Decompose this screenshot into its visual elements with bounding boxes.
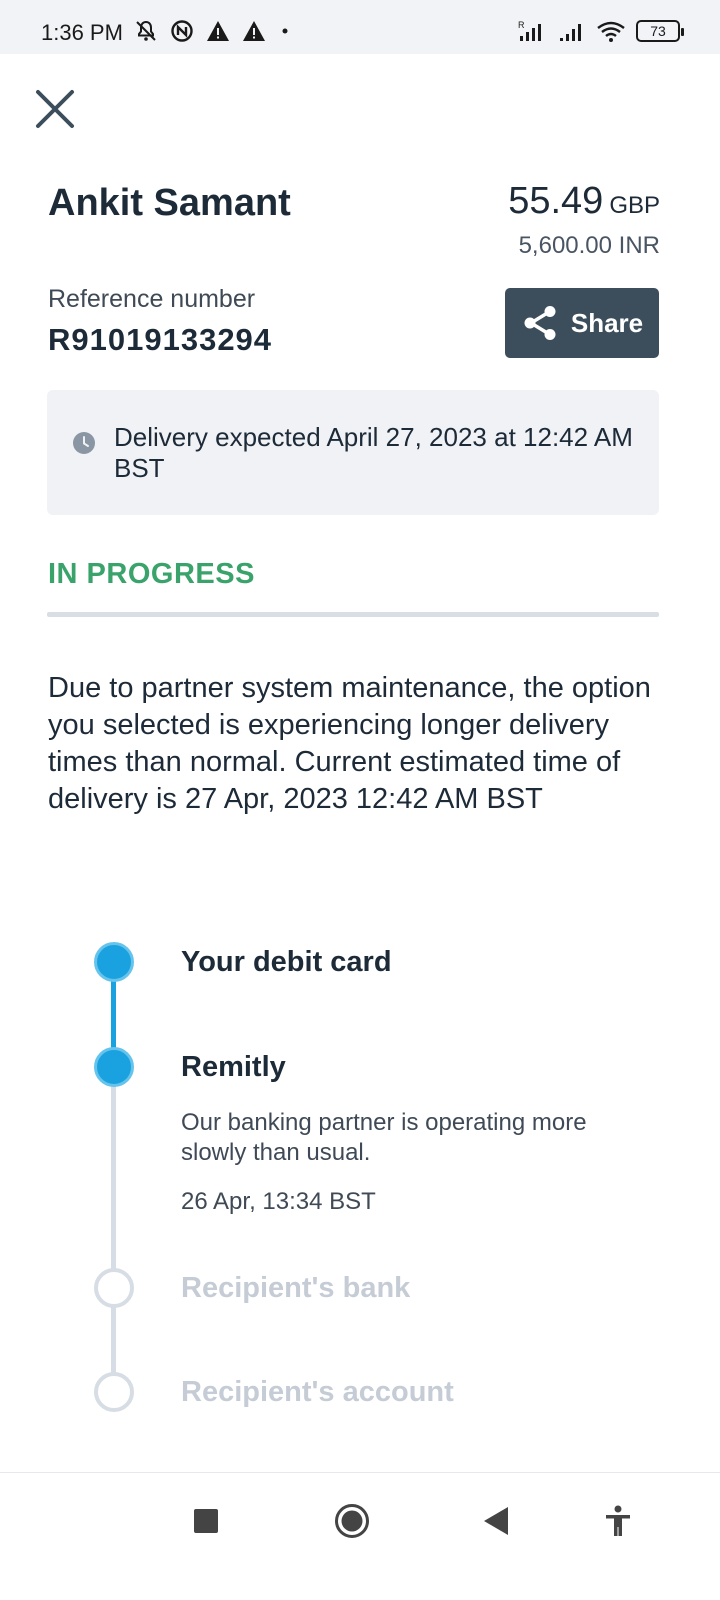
reference-number: R91019133294 bbox=[48, 322, 273, 357]
timeline-dot-pending bbox=[94, 1268, 134, 1308]
share-button[interactable]: Share bbox=[505, 288, 659, 358]
delivery-expected-text: Delivery expected April 27, 2023 at 12:4… bbox=[114, 422, 633, 483]
status-icons-left bbox=[134, 19, 292, 43]
timeline-step-debit-card: Your debit card bbox=[181, 946, 392, 978]
timeline-dot-current bbox=[94, 1047, 134, 1087]
home-icon bbox=[335, 1504, 369, 1538]
status-divider bbox=[47, 612, 659, 617]
share-icon bbox=[524, 306, 556, 340]
delivery-estimate-box: Delivery expected April 27, 2023 at 12:4… bbox=[47, 390, 659, 515]
battery-icon: 73 bbox=[636, 20, 684, 42]
amount-received: 5,600.00 INR bbox=[518, 232, 660, 259]
reference-label: Reference number bbox=[48, 285, 256, 313]
back-icon bbox=[484, 1507, 508, 1535]
recipient-name: Ankit Samant bbox=[48, 182, 291, 224]
status-icons-right: R 73 bbox=[518, 19, 684, 43]
timeline-pending-line bbox=[111, 1066, 116, 1392]
accessibility-icon bbox=[606, 1505, 630, 1536]
close-icon bbox=[36, 90, 74, 128]
svg-text:R: R bbox=[518, 20, 525, 30]
back-button[interactable] bbox=[484, 1507, 508, 1540]
timeline-dot-pending bbox=[94, 1372, 134, 1412]
timeline-step-remitly-description: Our banking partner is operating more sl… bbox=[181, 1109, 587, 1166]
warning-icon bbox=[207, 21, 229, 41]
signal-icon bbox=[560, 24, 581, 41]
clock-icon bbox=[73, 432, 95, 454]
share-label: Share bbox=[570, 307, 644, 338]
timeline-step-remitly-time: 26 Apr, 13:34 BST bbox=[181, 1188, 376, 1215]
amount-value: 55.49 bbox=[508, 180, 604, 222]
timeline-step-remitly: Remitly bbox=[181, 1051, 286, 1083]
amount-sent: 55.49 GBP bbox=[508, 180, 660, 223]
accessibility-button[interactable] bbox=[604, 1505, 632, 1542]
app-icon bbox=[171, 20, 193, 42]
amount-value-wrap: 55.49 GBP bbox=[508, 180, 660, 222]
recent-apps-button[interactable] bbox=[194, 1509, 218, 1538]
close-button[interactable] bbox=[34, 88, 76, 130]
status-bar: 1:36 PM R 73 bbox=[0, 0, 720, 54]
timeline-step-recipient-bank: Recipient's bank bbox=[181, 1272, 411, 1304]
system-nav-bar bbox=[0, 1472, 720, 1600]
recent-apps-icon bbox=[194, 1509, 218, 1533]
dot-icon bbox=[282, 28, 288, 34]
amount-currency: GBP bbox=[609, 192, 660, 219]
signal-roaming-icon: R bbox=[518, 20, 541, 41]
status-time: 1:36 PM bbox=[41, 20, 123, 45]
timeline-dot-done bbox=[94, 942, 134, 982]
wifi-icon bbox=[597, 21, 625, 42]
status-badge: IN PROGRESS bbox=[48, 558, 255, 590]
timeline-step-recipient-account: Recipient's account bbox=[181, 1376, 454, 1408]
delay-notice: Due to partner system maintenance, the o… bbox=[48, 672, 651, 815]
home-button[interactable] bbox=[334, 1503, 370, 1544]
warning-icon bbox=[243, 21, 265, 41]
notifications-off-icon bbox=[136, 20, 156, 41]
